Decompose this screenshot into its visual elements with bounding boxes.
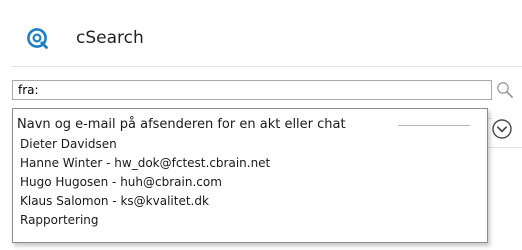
search-icon[interactable] — [495, 80, 515, 100]
chevron-down-circle-icon[interactable] — [491, 118, 513, 140]
search-input[interactable] — [13, 81, 491, 99]
search-box[interactable] — [12, 80, 492, 100]
suggestions-dropdown: Navn og e-mail på afsenderen for en akt … — [12, 108, 488, 243]
suggestion-item-hugo-hugosen[interactable]: Hugo Hugosen - huh@cbrain.com — [20, 175, 222, 190]
suggestions-header-rule — [398, 125, 470, 126]
csearch-logo-icon — [26, 27, 48, 49]
suggestion-item-klaus-salomon[interactable]: Klaus Salomon - ks@kvalitet.dk — [20, 194, 209, 209]
suggestion-item-dieter-davidsen[interactable]: Dieter Davidsen — [20, 137, 117, 152]
header-divider — [12, 66, 522, 67]
suggestion-item-rapportering[interactable]: Rapportering — [20, 213, 99, 228]
suggestions-header: Navn og e-mail på afsenderen for en akt … — [17, 117, 346, 132]
app-title: cSearch — [76, 28, 144, 48]
suggestion-item-hanne-winter[interactable]: Hanne Winter - hw_dok@fctest.cbrain.net — [20, 156, 270, 171]
